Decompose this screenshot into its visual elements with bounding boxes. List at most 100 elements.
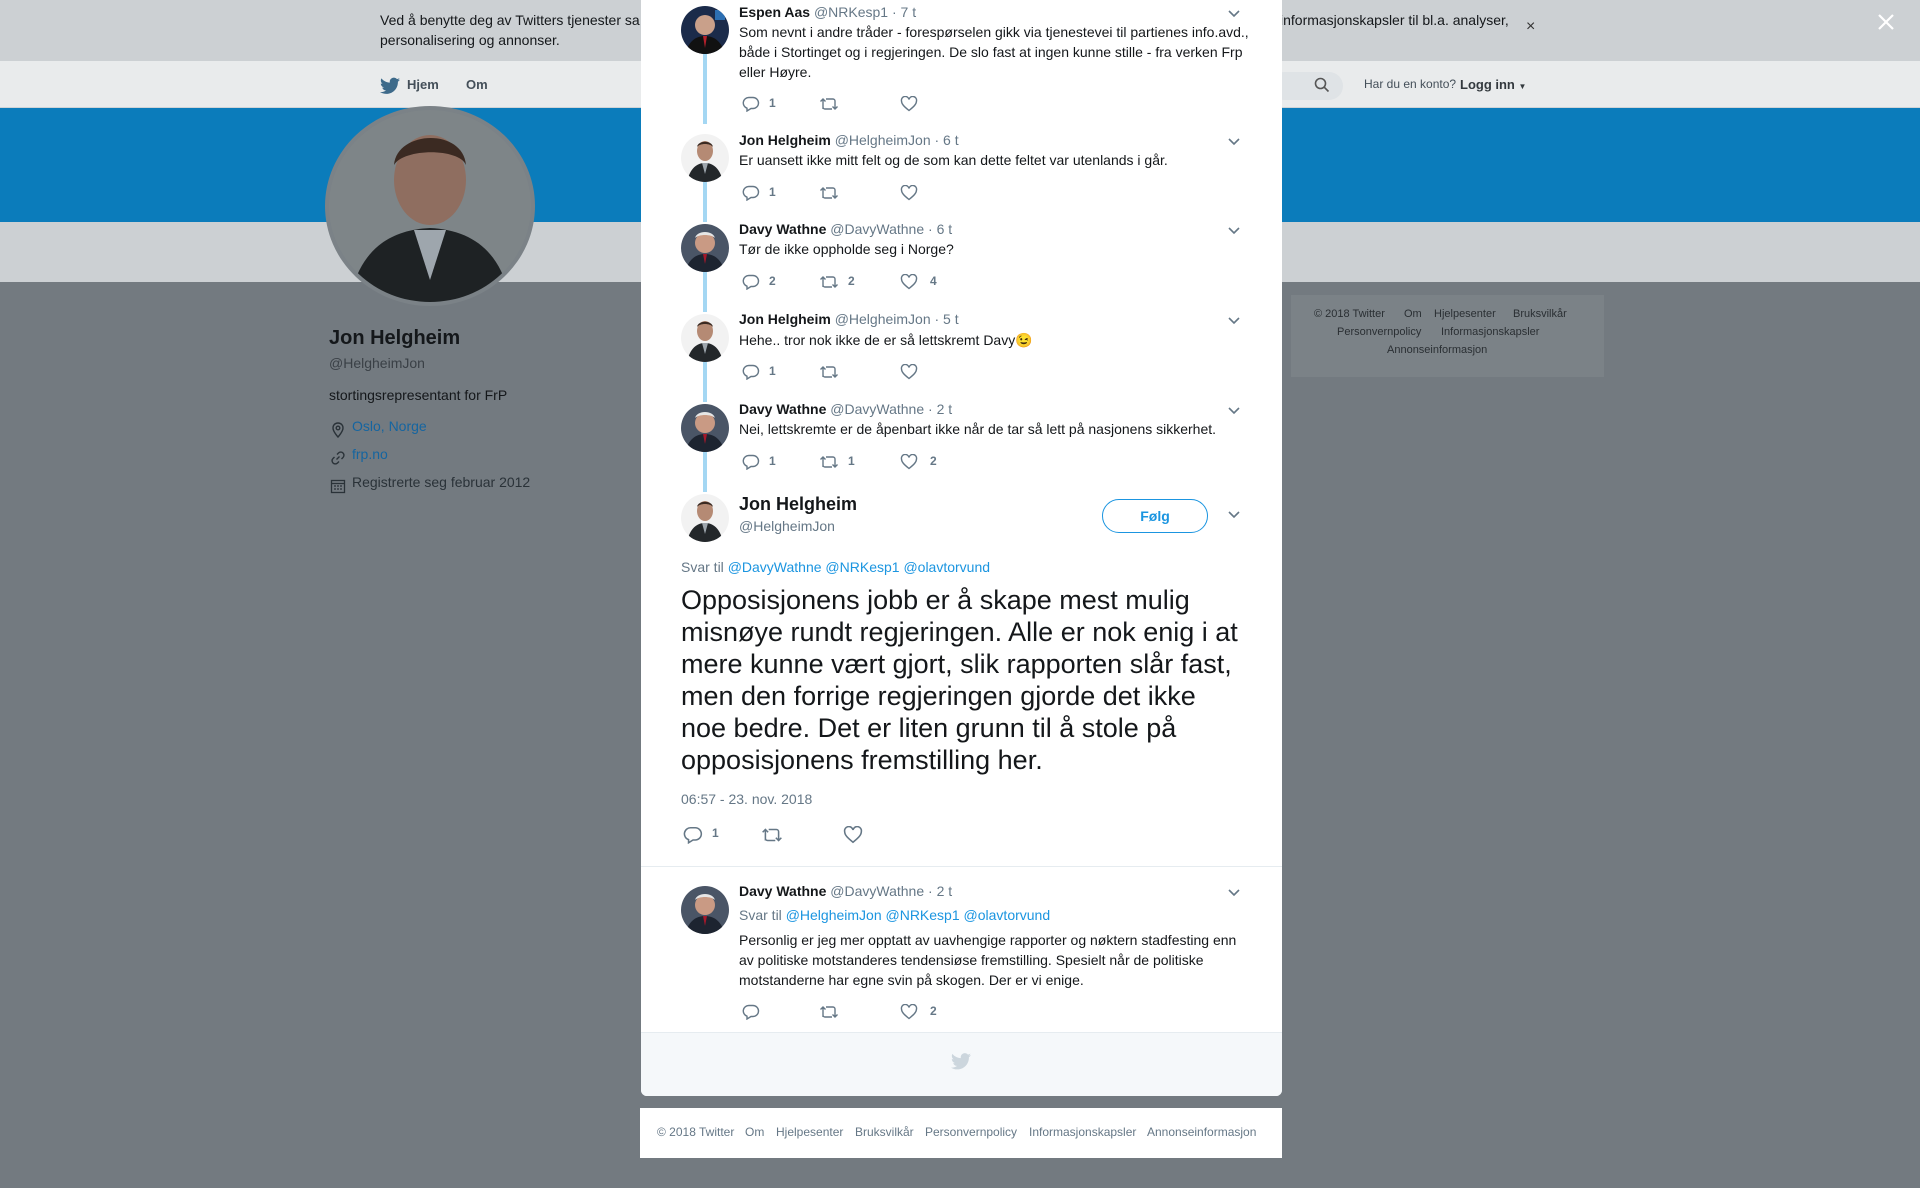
side-footer-help-link[interactable]: Hjelpesenter (1434, 308, 1496, 320)
like-action[interactable] (900, 184, 918, 203)
chevron-down-icon[interactable] (1227, 510, 1241, 520)
side-footer-terms-link[interactable]: Bruksvilkår (1513, 308, 1567, 320)
mention-link[interactable]: @NRKesp1 (825, 559, 899, 575)
close-icon[interactable] (1876, 12, 1896, 32)
profile-joined-date: Registrerte seg februar 2012 (352, 474, 531, 490)
mention-link[interactable]: @HelgheimJon (786, 907, 882, 923)
tweet-author-name[interactable]: Espen Aas (739, 4, 810, 20)
mention-link[interactable]: @DavyWathne (728, 559, 822, 575)
reply-action[interactable]: 2 (742, 274, 776, 292)
reply-action[interactable] (742, 1004, 760, 1022)
heart-icon (900, 95, 918, 112)
mention-link[interactable]: @NRKesp1 (886, 907, 960, 923)
nav-home-link[interactable]: Hjem (407, 77, 439, 92)
profile-location-link[interactable]: Oslo, Norge (352, 418, 427, 434)
like-action[interactable] (900, 95, 918, 114)
like-action[interactable]: 2 (900, 1003, 937, 1022)
footer-terms-link[interactable]: Bruksvilkår (855, 1125, 914, 1139)
follow-button[interactable]: Følg (1102, 499, 1208, 533)
nav-about-link[interactable]: Om (466, 77, 488, 92)
tweet-author-name[interactable]: Jon Helgheim (739, 311, 831, 327)
retweet-action[interactable]: 2 (819, 274, 855, 292)
tweet-author-name[interactable]: Davy Wathne (739, 401, 826, 417)
avatar[interactable] (681, 134, 729, 182)
side-footer-ads-link[interactable]: Annonseinformasjon (1387, 344, 1487, 356)
reply-count: 1 (769, 185, 776, 199)
footer-ads-link[interactable]: Annonseinformasjon (1147, 1125, 1256, 1139)
footer-help-link[interactable]: Hjelpesenter (776, 1125, 843, 1139)
chevron-down-icon[interactable] (1227, 226, 1241, 236)
reply-action[interactable]: 1 (742, 454, 776, 472)
cookie-close-button[interactable]: × (1526, 18, 1535, 36)
avatar[interactable] (681, 404, 729, 452)
tweet-author-name[interactable]: Jon Helgheim (739, 132, 831, 148)
retweet-action[interactable] (761, 826, 783, 844)
side-footer-privacy-link[interactable]: Personvernpolicy (1337, 326, 1421, 338)
tweet-author-handle[interactable]: @DavyWathne (830, 401, 924, 417)
footer-privacy-link[interactable]: Personvernpolicy (925, 1125, 1017, 1139)
login-link[interactable]: Logg inn ▼ (1460, 77, 1526, 92)
chevron-down-icon[interactable] (1227, 137, 1241, 147)
retweet-icon (820, 276, 838, 288)
calendar-icon (330, 479, 346, 494)
cookie-text-line2: personalisering og annonser. (380, 32, 560, 48)
retweet-action[interactable]: 1 (819, 454, 855, 472)
tweet-time[interactable]: · 5 t (935, 311, 959, 327)
like-action[interactable]: 4 (900, 273, 937, 292)
chevron-down-icon[interactable] (1227, 888, 1241, 898)
reply-count: 1 (769, 364, 776, 378)
focus-author-handle[interactable]: @HelgheimJon (739, 518, 835, 534)
retweet-action[interactable] (819, 364, 839, 382)
tweet-time[interactable]: · 7 t (892, 4, 916, 20)
side-footer-copyright: © 2018 Twitter (1314, 308, 1385, 320)
avatar[interactable] (681, 886, 729, 934)
tweet-author-handle[interactable]: @DavyWathne (830, 883, 924, 899)
location-icon (332, 422, 344, 438)
mention-link[interactable]: @olavtorvund (964, 907, 1051, 923)
focus-timestamp[interactable]: 06:57 - 23. nov. 2018 (681, 791, 812, 807)
avatar[interactable] (681, 224, 729, 272)
reply-count: 2 (769, 274, 776, 288)
tweet-time[interactable]: · 2 t (928, 883, 952, 899)
side-footer-cookies-link[interactable]: Informasjonskapsler (1441, 326, 1539, 338)
tweet-author-handle[interactable]: @HelgheimJon (835, 311, 931, 327)
tweet-author-handle[interactable]: @HelgheimJon (835, 132, 931, 148)
mention-link[interactable]: @olavtorvund (903, 559, 990, 575)
tweet-time[interactable]: · 6 t (935, 132, 959, 148)
reply-action[interactable]: 1 (683, 826, 719, 845)
like-action[interactable] (843, 825, 863, 844)
retweet-count: 2 (848, 274, 855, 288)
avatar[interactable] (681, 6, 729, 54)
tweet-time[interactable]: · 2 t (928, 401, 952, 417)
reply-action[interactable]: 1 (742, 364, 776, 382)
avatar[interactable] (681, 314, 729, 362)
reply-action[interactable]: 1 (742, 185, 776, 203)
chevron-down-icon[interactable] (1227, 406, 1241, 416)
modal-footer (641, 1032, 1282, 1096)
tweet-time[interactable]: · 6 t (928, 221, 952, 237)
avatar[interactable] (681, 494, 729, 542)
retweet-action[interactable] (819, 1004, 839, 1022)
retweet-action[interactable] (819, 96, 839, 114)
retweet-action[interactable] (819, 185, 839, 203)
profile-website-link[interactable]: frp.no (352, 446, 388, 462)
chevron-down-icon[interactable] (1227, 316, 1241, 326)
reply-icon (742, 274, 760, 291)
focus-author-name[interactable]: Jon Helgheim (739, 494, 857, 515)
tweet-author-name[interactable]: Davy Wathne (739, 883, 826, 899)
like-action[interactable]: 2 (900, 453, 937, 472)
side-footer-about-link[interactable]: Om (1404, 308, 1422, 320)
thread-line (703, 452, 707, 492)
reply-action[interactable]: 1 (742, 96, 776, 114)
chevron-down-icon[interactable] (1227, 9, 1241, 19)
tweet-author-handle[interactable]: @DavyWathne (830, 221, 924, 237)
like-count: 2 (930, 1004, 937, 1018)
tweet-author-handle[interactable]: @NRKesp1 (814, 4, 888, 20)
search-icon[interactable] (1314, 77, 1330, 93)
footer-about-link[interactable]: Om (745, 1125, 764, 1139)
footer-cookies-link[interactable]: Informasjonskapsler (1029, 1125, 1136, 1139)
profile-avatar[interactable] (325, 106, 535, 306)
tweet-author-name[interactable]: Davy Wathne (739, 221, 826, 237)
thread-line (703, 272, 707, 312)
like-action[interactable] (900, 363, 918, 382)
